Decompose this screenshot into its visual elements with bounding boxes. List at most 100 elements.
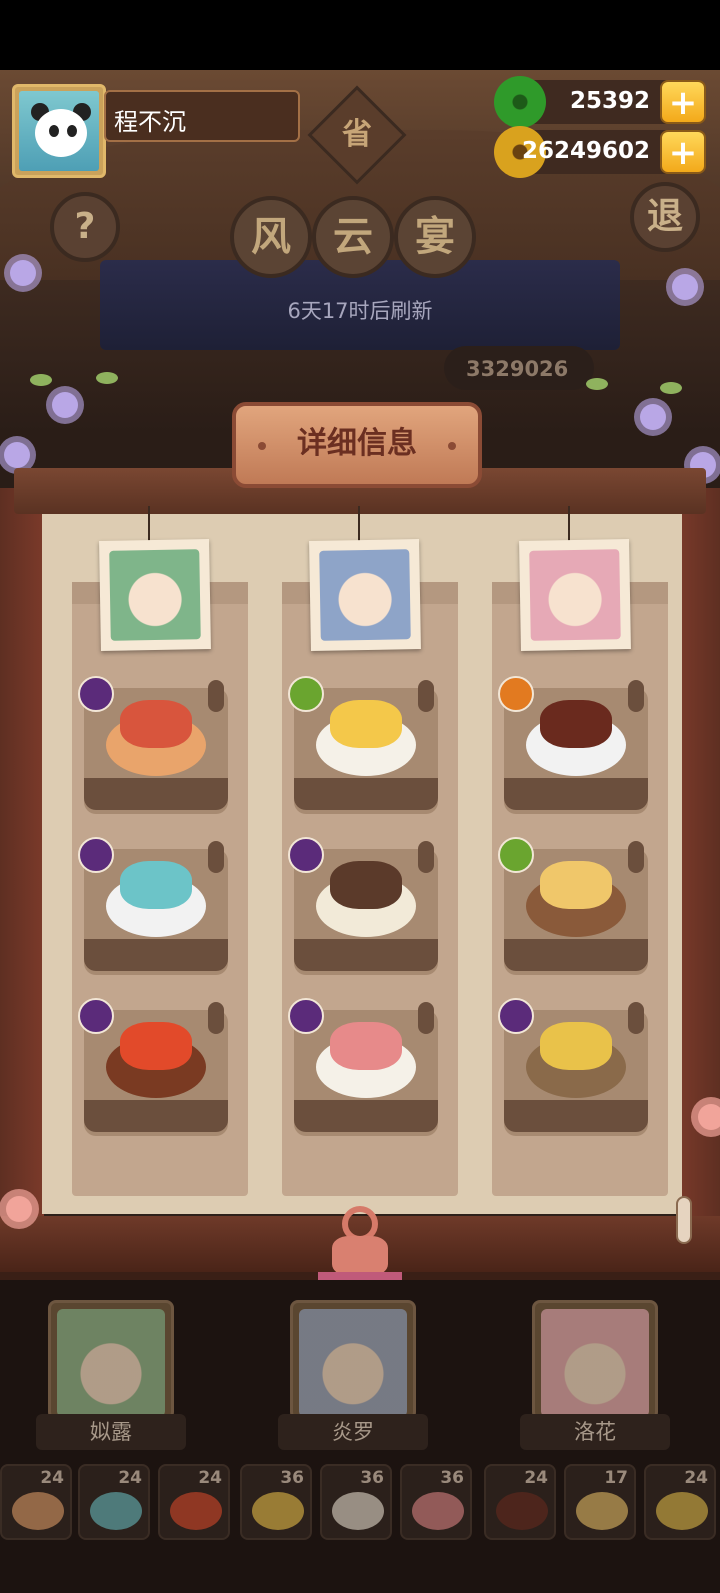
add-copper-button[interactable]: + [660, 130, 706, 174]
dish-slot-icon [332, 1492, 384, 1530]
add-jade-button[interactable]: + [660, 80, 706, 124]
dish-count [628, 680, 644, 712]
chef-portrait[interactable] [519, 539, 631, 651]
character-portrait-icon [541, 1309, 649, 1417]
panel-title: 详细信息 [232, 402, 482, 488]
dish-slot-icon [12, 1492, 64, 1530]
jade-currency-bar: 25392 + [494, 76, 706, 128]
chef-avatar-icon [109, 549, 201, 641]
dish-slot[interactable]: 24 [644, 1464, 716, 1540]
exit-button[interactable]: 退 [630, 182, 700, 252]
chef-avatar-icon [319, 549, 411, 641]
dish-slot-count: 24 [524, 1468, 548, 1488]
dish-topping [120, 700, 192, 748]
dish-slot[interactable]: 24 [158, 1464, 230, 1540]
dish-topping [330, 700, 402, 748]
character-name: 炎罗 [278, 1414, 428, 1450]
dish-slot-count: 36 [360, 1468, 384, 1488]
dish-topping [330, 861, 402, 909]
leaf-decoration [660, 382, 682, 394]
dish-count [418, 841, 434, 873]
jade-amount: 25392 [569, 88, 650, 114]
dish-slot-count: 24 [118, 1468, 142, 1488]
dish-slot-count: 24 [40, 1468, 64, 1488]
dish-name [504, 939, 648, 971]
dish-topping [540, 700, 612, 748]
chef-portrait[interactable] [99, 539, 211, 651]
flower-decoration [6, 1196, 32, 1222]
dish-slot-count: 24 [684, 1468, 708, 1488]
dish-slot[interactable]: 36 [240, 1464, 312, 1540]
player-name: 程不沉 [104, 90, 300, 142]
scroll-handle[interactable] [676, 1196, 692, 1244]
dish-topping [120, 861, 192, 909]
dish-count [208, 841, 224, 873]
dish-topping [120, 1022, 192, 1070]
hanging-string [568, 506, 570, 544]
dish-card[interactable] [498, 666, 648, 814]
dish-rank-badge [78, 998, 114, 1034]
leaf-decoration [96, 372, 118, 384]
dish-slot[interactable]: 36 [400, 1464, 472, 1540]
copper-amount: 26249602 [521, 138, 650, 164]
dish-card[interactable] [498, 988, 648, 1136]
dish-count [628, 1002, 644, 1034]
flower-decoration [10, 260, 36, 286]
dish-count [418, 680, 434, 712]
copper-currency-bar: 26249602 + [494, 126, 706, 178]
player-avatar[interactable] [12, 84, 106, 178]
dish-slot[interactable]: 17 [564, 1464, 636, 1540]
dish-rank-badge [288, 676, 324, 712]
dish-slot[interactable]: 24 [78, 1464, 150, 1540]
dish-rank-badge [78, 676, 114, 712]
title-char-2: 云 [312, 196, 394, 278]
dish-card[interactable] [78, 988, 228, 1136]
character-name: 姒露 [36, 1414, 186, 1450]
dish-card[interactable] [288, 666, 438, 814]
dish-slot[interactable]: 24 [484, 1464, 556, 1540]
dish-card[interactable] [78, 827, 228, 975]
dish-name [504, 778, 648, 810]
frame-post-left [0, 488, 44, 1248]
dish-card[interactable] [498, 827, 648, 975]
avatar-image [19, 91, 99, 171]
leaf-decoration [30, 374, 52, 386]
dish-name [84, 778, 228, 810]
leaf-decoration [586, 378, 608, 390]
panda-eye-icon [67, 125, 77, 137]
refresh-timer: 6天17时后刷新 [287, 299, 433, 323]
knot-body [332, 1236, 388, 1276]
dish-name [294, 778, 438, 810]
dish-slot-icon [170, 1492, 222, 1530]
chef-portrait[interactable] [309, 539, 421, 651]
dish-card[interactable] [288, 988, 438, 1136]
character-card[interactable] [532, 1300, 658, 1420]
flower-decoration [640, 404, 666, 430]
title-char-1: 风 [230, 196, 312, 278]
dish-rank-badge [498, 998, 534, 1034]
flower-decoration [52, 392, 78, 418]
character-card[interactable] [48, 1300, 174, 1420]
dish-card[interactable] [78, 666, 228, 814]
title-char-3: 宴 [394, 196, 476, 278]
dish-rank-badge [288, 837, 324, 873]
dish-card[interactable] [288, 827, 438, 975]
panda-eye-icon [49, 125, 59, 137]
dish-slot[interactable]: 36 [320, 1464, 392, 1540]
dish-slot-icon [90, 1492, 142, 1530]
dish-slot-icon [252, 1492, 304, 1530]
dish-slot-count: 24 [198, 1468, 222, 1488]
dish-slot[interactable]: 24 [0, 1464, 72, 1540]
hanging-string [148, 506, 150, 544]
help-button[interactable]: ? [50, 192, 120, 262]
status-bar [0, 0, 720, 70]
dish-slot-icon [656, 1492, 708, 1530]
hanging-string [358, 506, 360, 544]
character-card[interactable] [290, 1300, 416, 1420]
flower-decoration [672, 274, 698, 300]
chef-avatar-icon [529, 549, 621, 641]
dish-count [208, 680, 224, 712]
dish-slot-icon [496, 1492, 548, 1530]
dish-rank-badge [78, 837, 114, 873]
dish-count [208, 1002, 224, 1034]
